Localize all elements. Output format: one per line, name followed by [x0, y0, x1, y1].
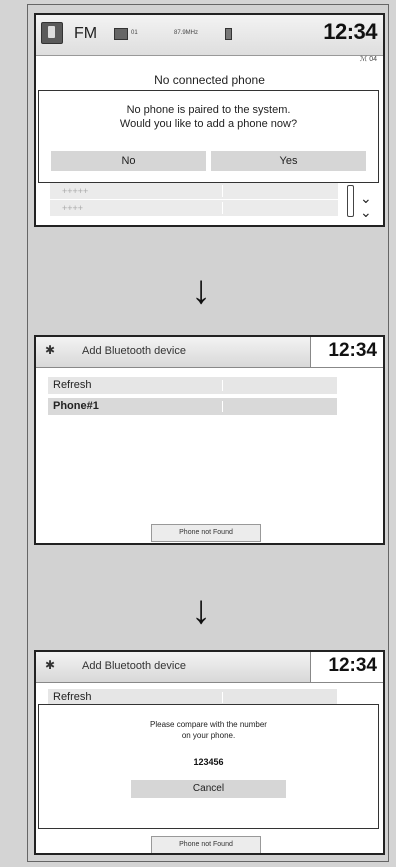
- status-bar: FM 01 87.9MHz 12:34: [36, 15, 383, 56]
- dialog-line-2: Would you like to add a phone now?: [119, 118, 298, 130]
- dialog-line-1: Please compare with the number: [150, 720, 267, 729]
- list-item-label: ++++: [62, 203, 84, 213]
- phone-not-found-button[interactable]: Phone not Found: [151, 524, 261, 542]
- phone-not-found-button[interactable]: Phone not Found: [151, 836, 261, 853]
- scrollbar[interactable]: [347, 185, 354, 217]
- list-item-label: Refresh: [53, 691, 92, 703]
- list-item-label: Refresh: [53, 379, 92, 391]
- page-title: Add Bluetooth device: [82, 345, 186, 357]
- device-item-phone1[interactable]: Phone#1: [48, 398, 337, 415]
- list-item-label: Phone#1: [53, 400, 99, 412]
- pairing-code-screen: ✱ Add Bluetooth device 12:34 Refresh Ple…: [34, 650, 385, 855]
- cancel-button[interactable]: Cancel: [131, 780, 286, 798]
- refresh-item[interactable]: Refresh: [48, 377, 337, 394]
- list-item[interactable]: +++++: [50, 183, 338, 199]
- dialog-line-1: No phone is paired to the system.: [126, 104, 291, 116]
- divider: [222, 380, 223, 391]
- divider: [222, 401, 223, 412]
- divider: [222, 185, 223, 197]
- header-bar: ✱ Add Bluetooth device 12:34: [36, 337, 383, 368]
- phone-screen-no-connection: FM 01 87.9MHz 12:34 ℳ 04 No connected ph…: [34, 13, 385, 227]
- frequency-label: 87.9MHz: [174, 30, 199, 36]
- clock-tab: 12:34: [310, 337, 383, 367]
- no-connected-phone-text: No connected phone: [154, 73, 265, 87]
- clock: 12:34: [323, 19, 377, 44]
- dialog-message: Please compare with the number on your p…: [39, 719, 378, 741]
- list-item[interactable]: ++++: [50, 200, 338, 216]
- signal-strength-label: ℳ 04: [359, 56, 377, 63]
- clock: 12:34: [328, 340, 377, 361]
- page-title: Add Bluetooth device: [82, 660, 186, 672]
- divider: [222, 202, 223, 214]
- chevron-down-icon[interactable]: ⌄ ⌄: [360, 191, 372, 219]
- preset-label: 01: [131, 30, 138, 36]
- add-phone-dialog: No phone is paired to the system. Would …: [38, 90, 379, 183]
- down-arrow-icon: ↓: [191, 588, 211, 632]
- down-arrow-icon: ↓: [191, 268, 211, 312]
- phone-icon[interactable]: [41, 22, 63, 44]
- yes-button[interactable]: Yes: [211, 151, 366, 171]
- gear-icon[interactable]: ✱: [45, 344, 55, 356]
- clock: 12:34: [328, 655, 377, 676]
- gear-icon[interactable]: ✱: [45, 659, 55, 671]
- dialog-line-2: on your phone.: [181, 731, 236, 740]
- battery-icon: [225, 28, 232, 40]
- pairing-code: 123456: [193, 757, 224, 767]
- preset-icon: [114, 28, 128, 40]
- divider: [222, 692, 223, 703]
- add-bluetooth-screen: ✱ Add Bluetooth device 12:34 Refresh Pho…: [34, 335, 385, 545]
- list-item-label: +++++: [62, 186, 89, 196]
- pairing-dialog: Please compare with the number on your p…: [38, 704, 379, 829]
- dialog-message: No phone is paired to the system. Would …: [39, 103, 378, 131]
- radio-band-label: FM: [74, 25, 98, 42]
- header-bar: ✱ Add Bluetooth device 12:34: [36, 652, 383, 683]
- no-button[interactable]: No: [51, 151, 206, 171]
- clock-tab: 12:34: [310, 652, 383, 682]
